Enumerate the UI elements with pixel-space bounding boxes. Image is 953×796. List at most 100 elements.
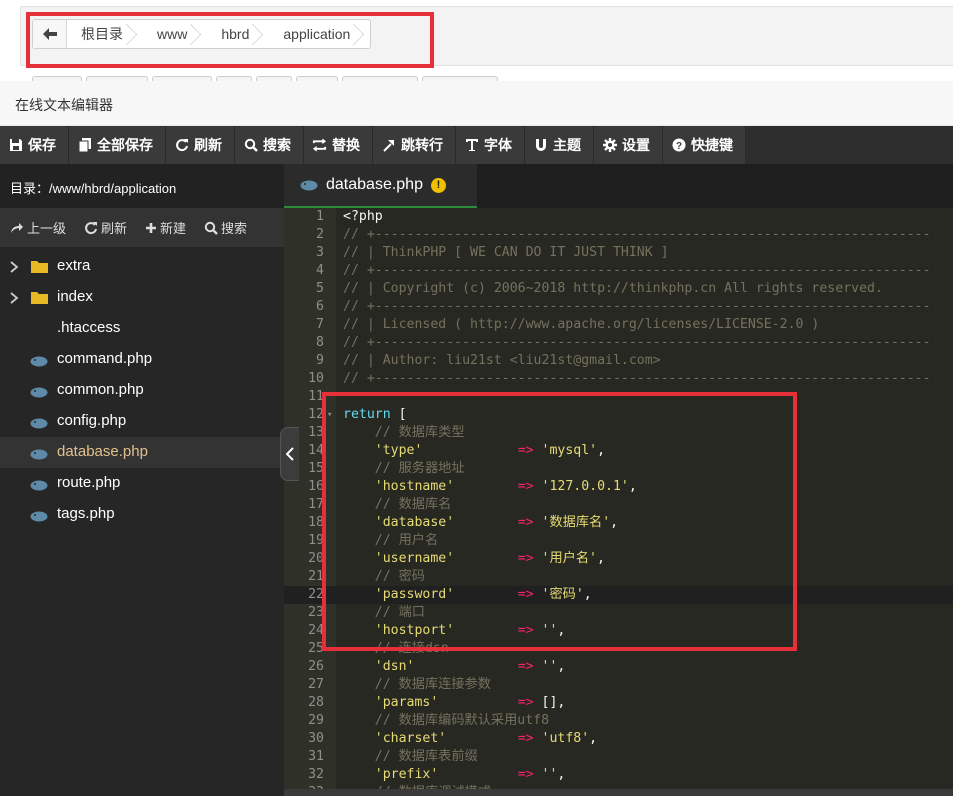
code-token: 'params' bbox=[343, 695, 439, 710]
php-elephant-icon bbox=[30, 354, 48, 367]
file-name: .htaccess bbox=[57, 319, 121, 336]
line-number: 9 bbox=[316, 353, 324, 368]
code-token: => bbox=[517, 767, 534, 782]
code-text: // | ThinkPHP [ WE CAN DO IT JUST THINK … bbox=[343, 244, 669, 262]
file-item[interactable]: tags.php bbox=[0, 499, 284, 530]
sidebar-action-label: 新建 bbox=[160, 221, 187, 236]
magnet-icon bbox=[533, 138, 548, 153]
chevron-right-icon[interactable] bbox=[9, 260, 19, 273]
file-name: extra bbox=[57, 257, 91, 274]
folder-icon bbox=[31, 291, 48, 304]
toolbar-button-6[interactable]: 字体 bbox=[456, 126, 525, 164]
sidebar-action-2[interactable]: 新建 bbox=[145, 218, 186, 237]
svg-text:?: ? bbox=[675, 141, 681, 152]
code-token: [], bbox=[533, 695, 566, 710]
code-token: // | Copyright (c) 2006~2018 http://thin… bbox=[343, 281, 883, 296]
search-icon bbox=[243, 138, 258, 153]
php-elephant-icon bbox=[30, 416, 48, 429]
line-number: 23 bbox=[308, 605, 324, 620]
warning-icon: ! bbox=[430, 177, 446, 193]
sidebar-action-label: 刷新 bbox=[101, 221, 128, 236]
code-token: // | Licensed ( http://www.apache.org/li… bbox=[343, 317, 820, 332]
code-line: 26 'dsn' => '', bbox=[284, 658, 953, 676]
toolbar-button-5[interactable]: 跳转行 bbox=[373, 126, 456, 164]
file-item[interactable]: common.php bbox=[0, 375, 284, 406]
code-token: // +------------------------------------… bbox=[343, 227, 931, 242]
code-text: // | Licensed ( http://www.apache.org/li… bbox=[343, 316, 819, 334]
toolbar-button-2[interactable]: 刷新 bbox=[166, 126, 235, 164]
code-text: 'params' => [], bbox=[343, 694, 566, 712]
code-line: 8 // +-----------------------------------… bbox=[284, 334, 953, 352]
toolbar-button-label: 跳转行 bbox=[401, 137, 443, 153]
code-text: // +------------------------------------… bbox=[343, 262, 931, 280]
toolbar-button-3[interactable]: 搜索 bbox=[235, 126, 304, 164]
file-item[interactable]: .htaccess bbox=[0, 313, 284, 344]
line-number: 10 bbox=[308, 371, 324, 386]
toolbar-button-8[interactable]: 设置 bbox=[594, 126, 663, 164]
line-number: 20 bbox=[308, 551, 324, 566]
line-number: 24 bbox=[308, 623, 324, 638]
floppy-icon bbox=[8, 138, 23, 153]
toolbar-button-4[interactable]: 替换 bbox=[304, 126, 373, 164]
collapse-sidebar-button[interactable] bbox=[280, 427, 299, 481]
toolbar-button-label: 替换 bbox=[332, 137, 360, 153]
tab-label: database.php bbox=[326, 176, 423, 193]
search-icon bbox=[204, 221, 218, 235]
breadcrumb-highlight-box bbox=[26, 12, 434, 68]
font-icon bbox=[464, 138, 479, 153]
folder-item[interactable]: index bbox=[0, 282, 284, 313]
toolbar-button-0[interactable]: 保存 bbox=[0, 126, 69, 164]
plus-icon bbox=[145, 222, 157, 234]
code-token: // 数据库表前缀 bbox=[343, 749, 478, 764]
code-text: // | Author: liu21st <liu21st@gmail.com> bbox=[343, 352, 661, 370]
code-text: // 数据库编码默认采用utf8 bbox=[343, 712, 549, 730]
code-line: 3 // | ThinkPHP [ WE CAN DO IT JUST THINK… bbox=[284, 244, 953, 262]
toolbar-button-9[interactable]: ? 快捷键 bbox=[663, 126, 746, 164]
code-token: 'dsn' bbox=[343, 659, 415, 674]
toolbar-button-1[interactable]: 全部保存 bbox=[69, 126, 166, 164]
screenshot-root: 根目录 www hbrd application 在线文本编辑器 保存 全部保存 刷新 搜索… bbox=[0, 0, 953, 796]
sidebar-action-3[interactable]: 搜索 bbox=[204, 218, 247, 237]
sidebar-action-0[interactable]: 上一级 bbox=[10, 218, 66, 237]
line-number: 25 bbox=[308, 641, 324, 656]
file-item[interactable]: route.php bbox=[0, 468, 284, 499]
code-line: 32 'prefix' => '', bbox=[284, 766, 953, 784]
code-text: <?php bbox=[343, 208, 383, 226]
line-number: 18 bbox=[308, 515, 324, 530]
file-item[interactable]: command.php bbox=[0, 344, 284, 375]
sidebar-action-1[interactable]: 刷新 bbox=[84, 218, 127, 237]
code-token: 'charset' bbox=[343, 731, 447, 746]
code-line: 1 <?php bbox=[284, 208, 953, 226]
line-number: 26 bbox=[308, 659, 324, 674]
folder-item[interactable]: extra bbox=[0, 251, 284, 282]
code-token: '' bbox=[541, 767, 558, 782]
sidebar-action-label: 上一级 bbox=[27, 221, 67, 236]
chevron-right-icon[interactable] bbox=[9, 291, 19, 304]
line-number: 17 bbox=[308, 497, 324, 512]
file-name: database.php bbox=[57, 443, 148, 460]
php-elephant-icon bbox=[300, 180, 318, 190]
code-token: '' bbox=[541, 659, 558, 674]
code-text: // 数据库表前缀 bbox=[343, 748, 478, 766]
refresh-icon bbox=[84, 221, 98, 235]
toolbar-button-7[interactable]: 主题 bbox=[525, 126, 594, 164]
code-text: // +------------------------------------… bbox=[343, 226, 931, 244]
horizontal-scrollbar[interactable] bbox=[284, 789, 953, 796]
toolbar-button-label: 主题 bbox=[553, 137, 581, 153]
code-token: , bbox=[557, 659, 566, 674]
code-line: 10 // +----------------------------------… bbox=[284, 370, 953, 388]
file-tree: extra index .htaccess command.php common.php… bbox=[0, 247, 284, 530]
file-name: command.php bbox=[57, 350, 153, 367]
tab-database-php[interactable]: database.php ! bbox=[284, 164, 477, 208]
code-token: // +------------------------------------… bbox=[343, 335, 931, 350]
code-text: 'dsn' => '', bbox=[343, 658, 566, 676]
code-text: // | Copyright (c) 2006~2018 http://thin… bbox=[343, 280, 883, 298]
line-number: 3 bbox=[316, 245, 324, 260]
code-line: 4 // +-----------------------------------… bbox=[284, 262, 953, 280]
file-item[interactable]: config.php bbox=[0, 406, 284, 437]
window-title: 在线文本编辑器 bbox=[0, 81, 953, 126]
file-item[interactable]: database.php bbox=[0, 437, 284, 468]
file-sidebar: 目录：/www/hbrd/application 上一级 刷新 新建 搜索 extra… bbox=[0, 164, 284, 796]
